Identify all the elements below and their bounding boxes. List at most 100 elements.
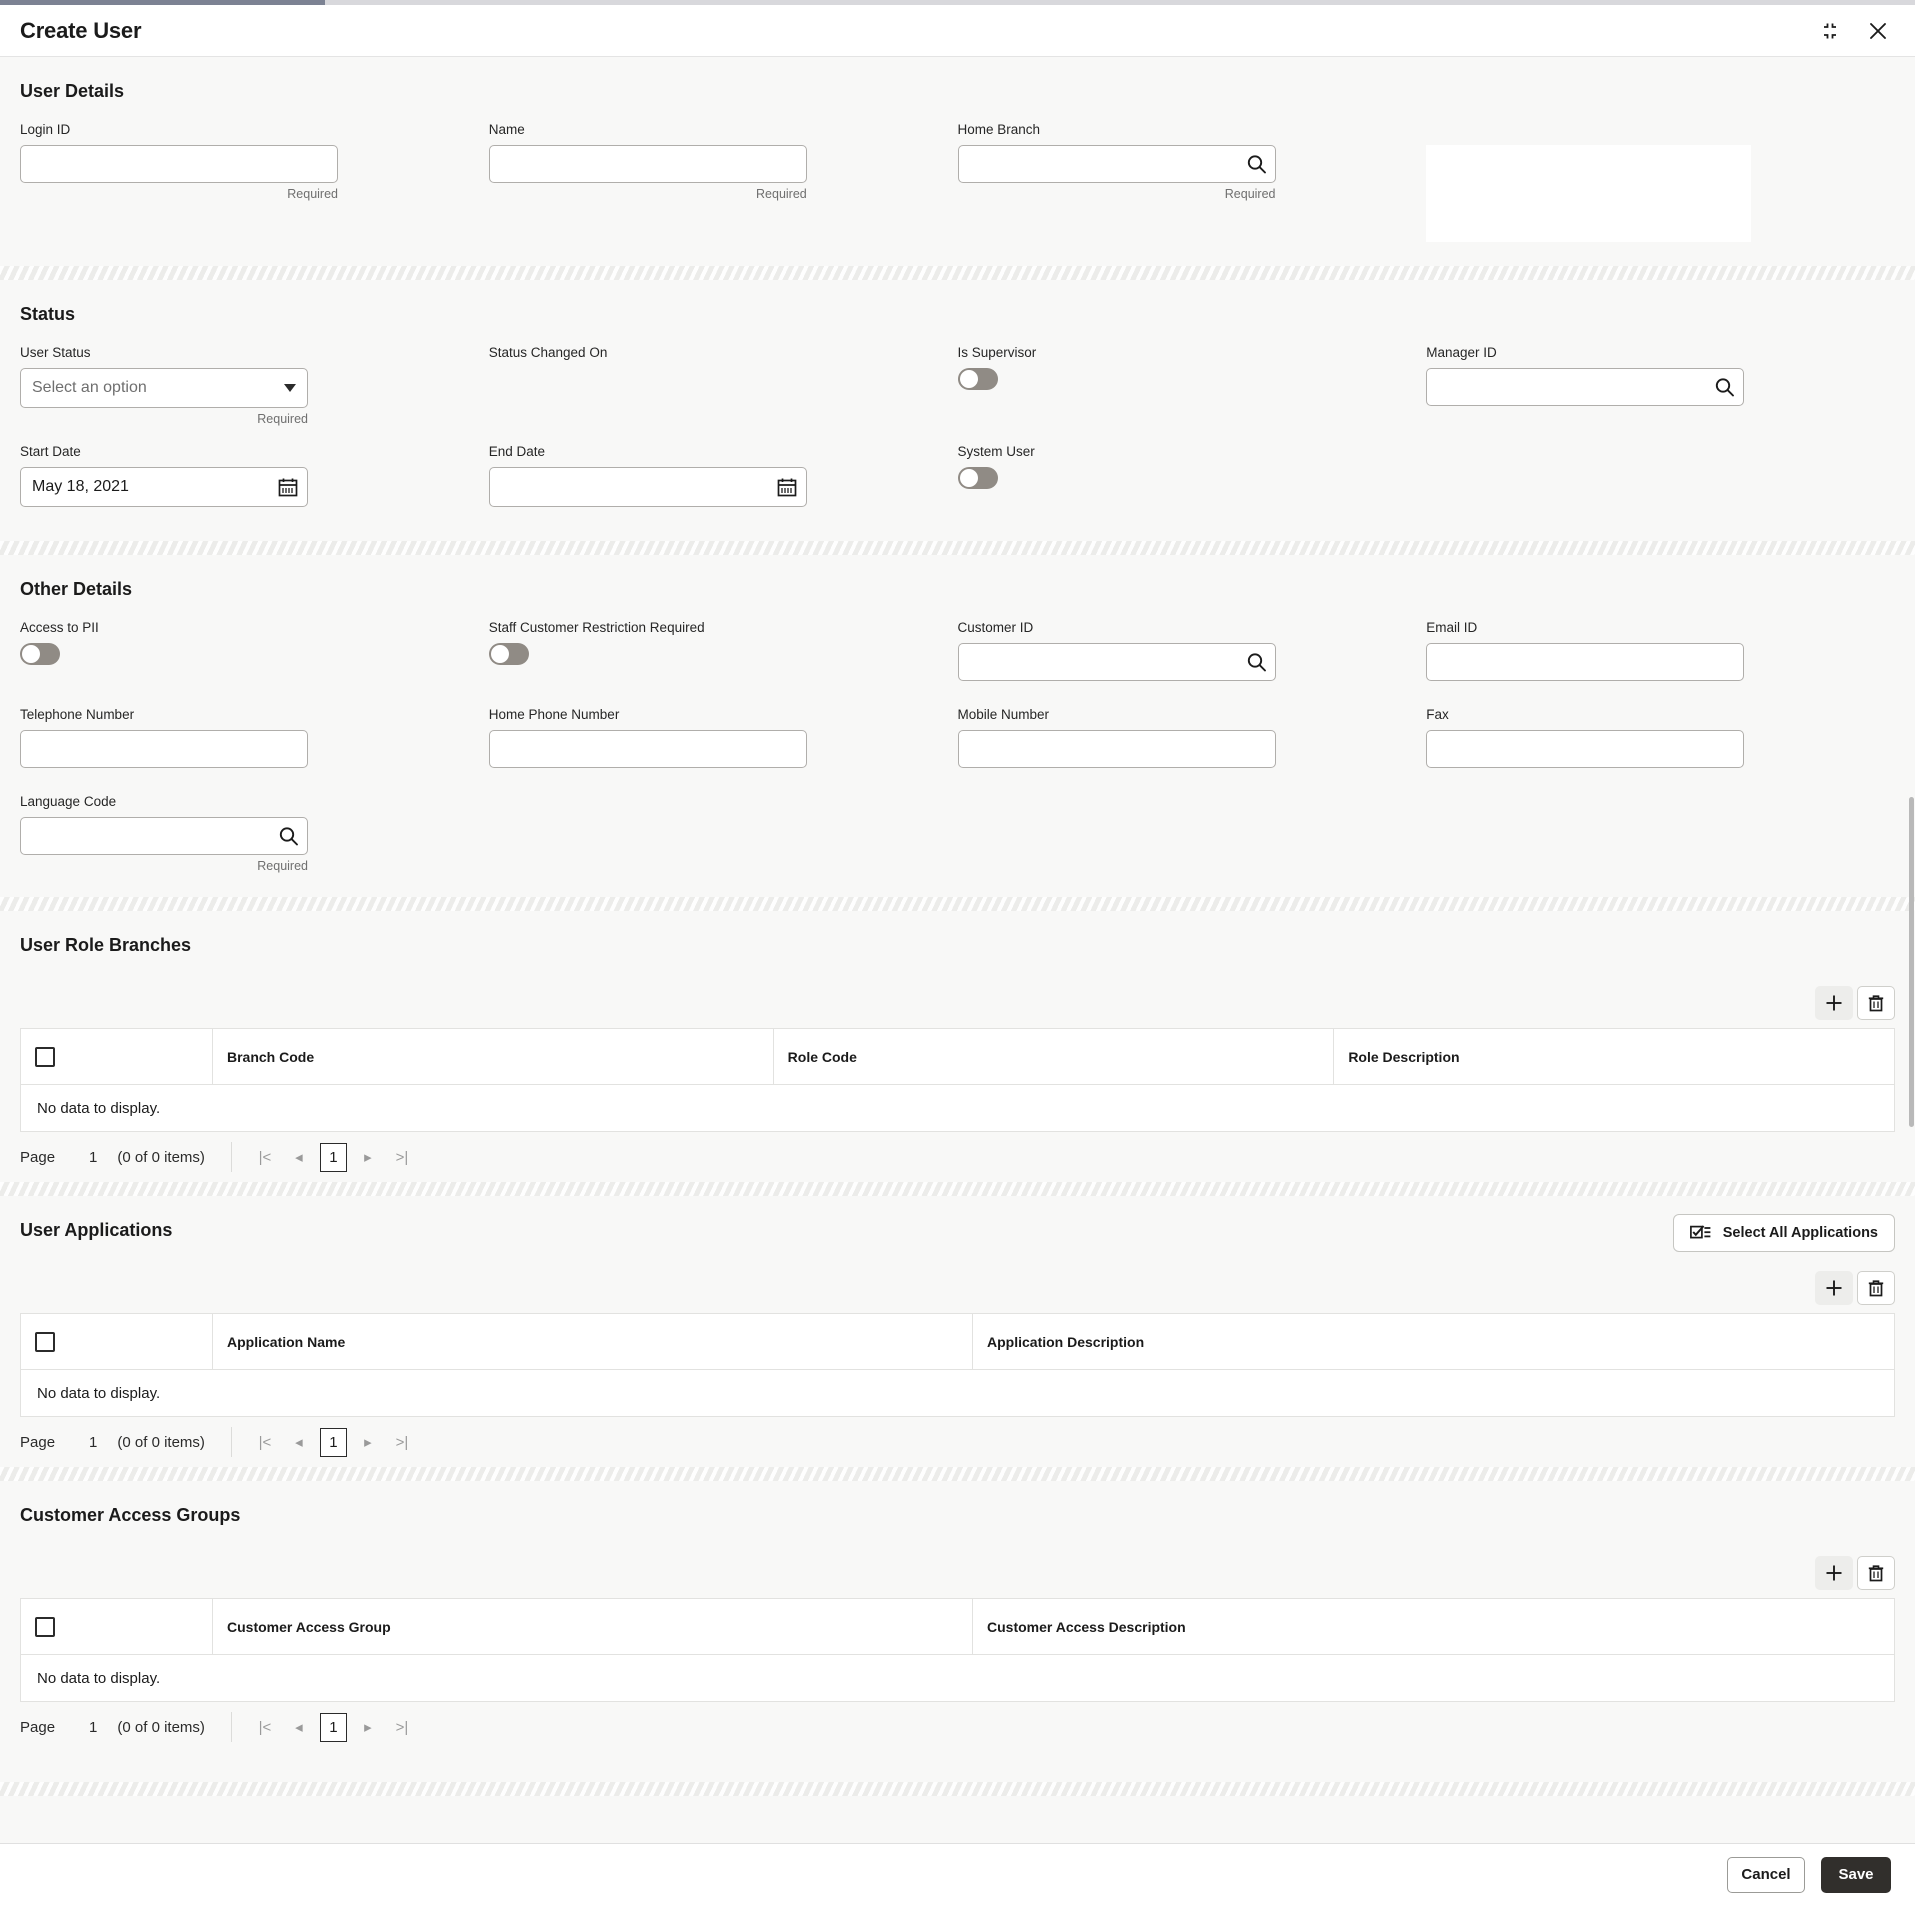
select-all-checkbox[interactable] — [35, 1331, 55, 1352]
first-page-icon[interactable]: |< — [248, 1142, 282, 1172]
fax-label: Fax — [1426, 707, 1449, 722]
column-header-customer-access-group[interactable]: Customer Access Group — [212, 1598, 973, 1655]
home-branch-helper: Required — [1224, 187, 1276, 201]
next-page-icon[interactable]: ▸ — [351, 1142, 385, 1172]
cancel-button[interactable]: Cancel — [1727, 1856, 1805, 1893]
other-details-grid-row2: Telephone Number Home Phone Number Mobil… — [20, 707, 1895, 778]
add-user-application-button[interactable] — [1815, 1271, 1853, 1305]
column-header-role-description[interactable]: Role Description — [1333, 1028, 1895, 1085]
column-header-application-description[interactable]: Application Description — [972, 1313, 1895, 1370]
column-header-application-name[interactable]: Application Name — [212, 1313, 973, 1370]
last-page-icon[interactable]: >| — [385, 1712, 419, 1742]
customer-access-groups-toolbar — [20, 1546, 1895, 1598]
customer-id-input[interactable] — [957, 643, 1276, 681]
user-photo-placeholder — [1426, 145, 1752, 242]
start-date-input[interactable]: May 18, 2021 — [20, 467, 308, 507]
other-details-grid-row3: Language Code Required — [20, 794, 1895, 883]
items-count: (0 of 0 items) — [117, 1433, 205, 1451]
search-icon[interactable] — [1246, 652, 1267, 673]
current-page-number[interactable]: 1 — [319, 1712, 347, 1742]
start-date-wrap: May 18, 2021 — [20, 467, 308, 507]
is-supervisor-toggle[interactable] — [957, 368, 998, 390]
search-icon[interactable] — [1714, 377, 1735, 398]
email-id-input-wrap — [1426, 643, 1745, 681]
column-header-role-code[interactable]: Role Code — [772, 1028, 1335, 1085]
status-changed-on-label: Status Changed On — [488, 345, 608, 360]
toggle-knob — [489, 644, 510, 664]
last-page-icon[interactable]: >| — [385, 1142, 419, 1172]
user-role-branches-table-block: Branch Code Role Code Role Description N… — [0, 976, 1915, 1182]
select-all-checkbox[interactable] — [35, 1616, 55, 1637]
end-date-input[interactable] — [488, 467, 807, 507]
select-all-checkbox[interactable] — [35, 1046, 55, 1067]
name-input[interactable] — [488, 145, 807, 183]
calendar-icon[interactable] — [776, 476, 798, 498]
close-icon[interactable] — [1863, 16, 1893, 46]
select-all-applications-label: Select All Applications — [1722, 1224, 1878, 1241]
current-page-number[interactable]: 1 — [319, 1427, 347, 1457]
email-id-input[interactable] — [1426, 643, 1745, 681]
user-applications-table: Application Name Application Description… — [20, 1313, 1895, 1417]
current-page-number[interactable]: 1 — [319, 1142, 347, 1172]
access-to-pii-toggle[interactable] — [20, 643, 60, 665]
table-header-row: Branch Code Role Code Role Description — [20, 1028, 1895, 1085]
page-number: 1 — [89, 1148, 98, 1166]
save-button[interactable]: Save — [1821, 1856, 1891, 1893]
telephone-number-input-wrap — [20, 730, 308, 768]
add-customer-access-group-button[interactable] — [1815, 1556, 1853, 1590]
last-page-icon[interactable]: >| — [385, 1427, 419, 1457]
staff-customer-restriction-label: Staff Customer Restriction Required — [488, 620, 705, 635]
add-user-role-branch-button[interactable] — [1815, 986, 1853, 1020]
collapse-expand-icon[interactable] — [1815, 16, 1845, 46]
column-header-customer-access-description[interactable]: Customer Access Description — [972, 1598, 1895, 1655]
column-header-branch-code[interactable]: Branch Code — [212, 1028, 774, 1085]
field-start-date: Start Date May 18, 2021 — [20, 444, 489, 517]
prev-page-icon[interactable]: ◂ — [282, 1427, 316, 1457]
select-all-applications-button[interactable]: Select All Applications — [1672, 1213, 1895, 1252]
language-code-input[interactable] — [20, 817, 308, 855]
next-page-icon[interactable]: ▸ — [351, 1712, 385, 1742]
first-page-icon[interactable]: |< — [248, 1712, 282, 1742]
items-count: (0 of 0 items) — [117, 1718, 205, 1736]
login-id-input[interactable] — [20, 145, 338, 183]
field-status-changed-on: Status Changed On — [489, 345, 958, 436]
prev-page-icon[interactable]: ◂ — [282, 1142, 316, 1172]
delete-user-role-branch-button[interactable] — [1857, 986, 1895, 1020]
toggle-knob — [958, 369, 979, 389]
table-empty-row: No data to display. — [20, 1369, 1895, 1417]
telephone-number-input[interactable] — [20, 730, 308, 768]
end-date-label: End Date — [488, 444, 546, 459]
header-actions — [1815, 16, 1893, 46]
home-phone-number-label: Home Phone Number — [488, 707, 620, 722]
user-status-select[interactable]: Select an option — [20, 368, 308, 408]
table-header-row: Application Name Application Description — [20, 1313, 1895, 1370]
items-count: (0 of 0 items) — [117, 1148, 205, 1166]
home-branch-input[interactable] — [957, 145, 1276, 183]
search-icon[interactable] — [1246, 154, 1267, 175]
delete-customer-access-group-button[interactable] — [1857, 1556, 1895, 1590]
manager-id-input[interactable] — [1426, 368, 1745, 406]
field-status-spacer — [1426, 444, 1895, 517]
mobile-number-input[interactable] — [957, 730, 1276, 768]
email-id-label: Email ID — [1426, 620, 1478, 635]
staff-customer-restriction-toggle[interactable] — [488, 643, 529, 665]
user-status-select-wrap: Select an option — [20, 368, 308, 408]
system-user-toggle[interactable] — [957, 467, 998, 489]
checklist-icon — [1689, 1224, 1711, 1241]
language-code-label: Language Code — [20, 794, 117, 809]
page-number: 1 — [89, 1718, 98, 1736]
prev-page-icon[interactable]: ◂ — [282, 1712, 316, 1742]
user-applications-table-block: Application Name Application Description… — [0, 1261, 1915, 1467]
home-phone-number-input[interactable] — [488, 730, 807, 768]
first-page-icon[interactable]: |< — [248, 1427, 282, 1457]
next-page-icon[interactable]: ▸ — [351, 1427, 385, 1457]
scrollbar-thumb[interactable] — [1909, 797, 1914, 1127]
vertical-scrollbar[interactable] — [1907, 57, 1915, 1843]
page-number: 1 — [89, 1433, 98, 1451]
fax-input[interactable] — [1426, 730, 1745, 768]
calendar-icon[interactable] — [277, 476, 299, 498]
divider-4 — [0, 1182, 1915, 1196]
table-empty-row: No data to display. — [20, 1654, 1895, 1702]
search-icon[interactable] — [278, 826, 299, 847]
delete-user-application-button[interactable] — [1857, 1271, 1895, 1305]
